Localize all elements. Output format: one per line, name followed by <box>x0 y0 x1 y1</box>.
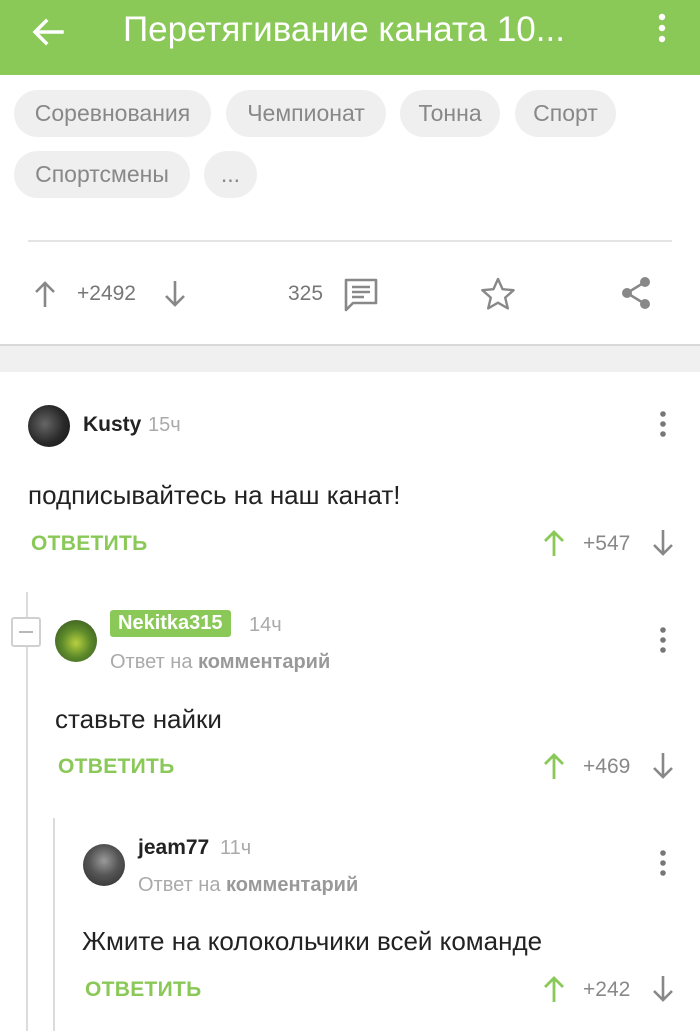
thread-line <box>26 592 28 1031</box>
arrow-down-icon[interactable] <box>652 752 674 780</box>
tag-chip[interactable]: Чемпионат <box>226 90 386 137</box>
comment-score: +242 <box>583 978 631 1001</box>
arrow-down-icon[interactable] <box>163 279 187 309</box>
reply-reference[interactable]: Ответ на комментарий <box>110 651 330 674</box>
arrow-down-icon[interactable] <box>652 975 674 1003</box>
app-bar: Перетягивание каната 10... <box>0 0 700 75</box>
tag-chip[interactable]: Тонна <box>400 90 500 137</box>
reply-button[interactable]: ОТВЕТИТЬ <box>58 755 175 779</box>
more-vert-icon[interactable] <box>658 849 668 877</box>
comment-username[interactable]: jeam77 <box>138 836 209 860</box>
more-vert-icon[interactable] <box>652 12 672 44</box>
collapse-icon[interactable] <box>11 617 41 647</box>
post-rating: +2492 <box>77 282 136 305</box>
tag-chip[interactable]: Спортсмены <box>14 151 190 198</box>
comment-time: 15ч <box>148 414 181 436</box>
comments-count: 325 <box>288 282 324 305</box>
arrow-up-icon[interactable] <box>543 752 565 780</box>
arrow-up-icon[interactable] <box>543 529 565 557</box>
reply-button[interactable]: ОТВЕТИТЬ <box>31 532 148 556</box>
avatar[interactable] <box>55 620 97 662</box>
comment-text: Жмите на колокольчики всей команде <box>82 926 543 956</box>
comment-text: ставьте найки <box>55 704 222 734</box>
comment-icon[interactable] <box>343 277 379 313</box>
comment-username[interactable]: Kusty <box>83 413 141 437</box>
tag-more-chip[interactable]: ... <box>204 151 257 198</box>
comment-username[interactable]: Nekitka315 <box>110 610 231 637</box>
more-vert-icon[interactable] <box>658 626 668 654</box>
reply-reference[interactable]: Ответ на комментарий <box>138 874 358 897</box>
arrow-up-icon[interactable] <box>543 975 565 1003</box>
divider <box>28 240 672 242</box>
tag-chip[interactable]: Спорт <box>515 90 616 137</box>
page-title: Перетягивание каната 10... <box>123 10 565 49</box>
comment-score: +547 <box>583 532 631 555</box>
comment-score: +469 <box>583 755 631 778</box>
arrow-down-icon[interactable] <box>652 529 674 557</box>
star-icon[interactable] <box>479 276 517 312</box>
comment-time: 14ч <box>249 614 282 636</box>
arrow-up-icon[interactable] <box>33 279 57 309</box>
section-separator <box>0 344 700 372</box>
more-vert-icon[interactable] <box>658 410 668 438</box>
avatar[interactable] <box>83 844 125 886</box>
share-icon[interactable] <box>619 275 653 311</box>
post-stats-bar: +2492 325 <box>0 265 700 325</box>
back-arrow-icon[interactable] <box>28 12 68 52</box>
thread-line <box>53 818 55 1031</box>
avatar[interactable] <box>28 405 70 447</box>
tag-chip[interactable]: Соревнования <box>14 90 211 137</box>
comment-time: 11ч <box>220 837 252 859</box>
comment-text: подписывайтесь на наш канат! <box>28 480 401 510</box>
reply-button[interactable]: ОТВЕТИТЬ <box>85 978 202 1002</box>
